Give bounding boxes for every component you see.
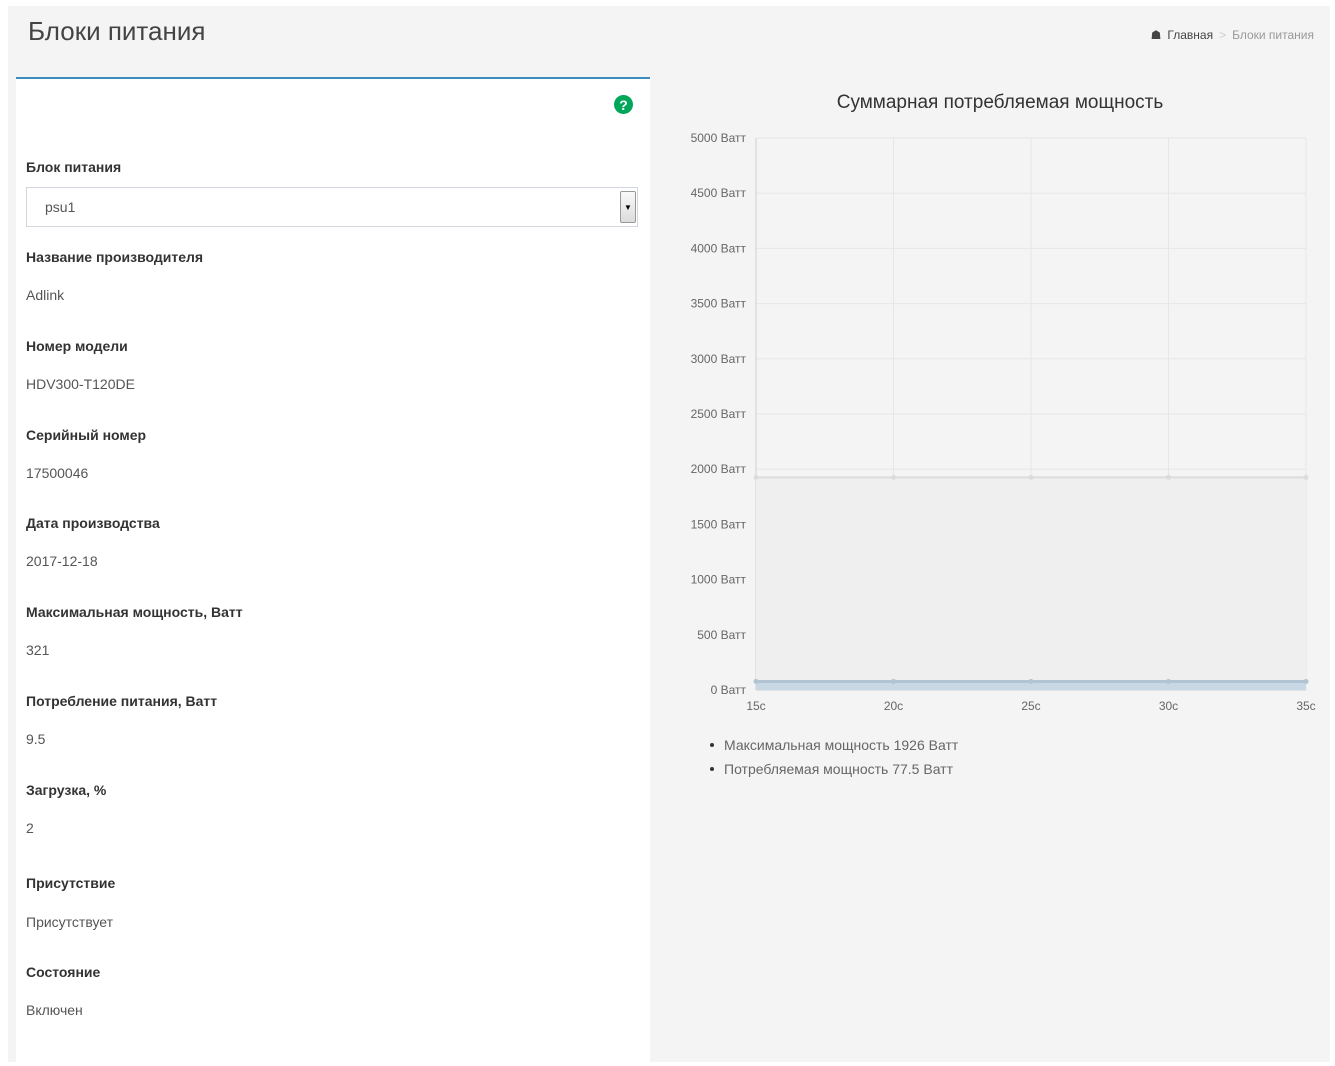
manufacture-date-label: Дата производства [26,515,160,531]
serial-number-value: 17500046 [26,465,89,481]
load-value: 2 [26,820,34,836]
presence-label: Присутствие [26,875,116,891]
y-tick-label: 3000 Ватт [691,352,747,366]
state-label: Состояние [26,964,101,980]
data-point [1028,678,1034,684]
legend-item-max-power: Максимальная мощность 1926 Ватт [710,733,958,757]
manufacture-date-value: 2017-12-18 [26,553,98,569]
y-tick-label: 4500 Ватт [691,186,747,200]
manufacturer-label: Название производителя [26,249,204,265]
question-circle-icon[interactable]: ? [614,95,633,114]
state-value: Включен [26,1002,83,1018]
psu-select-value: psu1 [45,199,76,215]
data-point [1028,474,1034,480]
x-tick-label: 20с [884,699,903,713]
series-area-0 [756,477,1306,690]
y-tick-label: 5000 Ватт [691,131,747,145]
data-point [1303,678,1309,684]
data-point [753,474,759,480]
psu-select-label: Блок питания [26,159,122,175]
data-point [891,678,896,684]
breadcrumb: ☗ Главная > Блоки питания [1151,28,1314,42]
home-icon[interactable]: ☗ [1151,28,1162,42]
y-tick-label: 2500 Ватт [691,407,747,421]
legend-item-consumed-power: Потребляемая мощность 77.5 Ватт [710,757,958,781]
manufacturer-value: Adlink [26,287,65,303]
y-tick-label: 2000 Ватт [691,462,747,476]
x-tick-label: 25с [1021,699,1040,713]
serial-number-label: Серийный номер [26,427,147,443]
breadcrumb-separator: > [1219,28,1227,42]
bullet-icon [710,767,714,771]
breadcrumb-current: Блоки питания [1232,28,1314,42]
data-point [1166,678,1171,684]
power-consumption-label: Потребление питания, Ватт [26,693,218,709]
legend-label: Максимальная мощность 1926 Ватт [724,737,959,753]
data-point [891,474,896,480]
chart-legend: Максимальная мощность 1926 Ватт Потребля… [710,733,958,781]
legend-label: Потребляемая мощность 77.5 Ватт [724,761,953,777]
data-point [753,678,759,684]
y-tick-label: 500 Ватт [697,628,746,642]
psu-details-panel: ? Блок питания psu1 ▼ Название производи… [16,77,650,1062]
y-tick-label: 3500 Ватт [691,297,747,311]
y-tick-label: 0 Ватт [711,683,747,697]
data-point [1303,474,1309,480]
load-label: Загрузка, % [26,782,107,798]
chevron-down-icon[interactable]: ▼ [620,191,636,223]
data-point [1166,474,1171,480]
page-title: Блоки питания [28,16,206,46]
power-consumption-value: 9.5 [26,731,46,747]
model-number-value: HDV300-T120DE [26,376,135,392]
x-tick-label: 35с [1296,699,1315,713]
x-tick-label: 15с [746,699,765,713]
max-power-label: Максимальная мощность, Ватт [26,604,243,620]
max-power-value: 321 [26,642,50,658]
y-tick-label: 1000 Ватт [691,573,747,587]
psu-select[interactable]: psu1 ▼ [26,187,638,227]
power-chart: Суммарная потребляемая мощность 0 Ватт 50… [660,80,1330,800]
x-tick-label: 30с [1159,699,1178,713]
presence-value: Присутствует [26,914,114,930]
breadcrumb-home-link[interactable]: Главная [1167,28,1213,42]
y-tick-label: 4000 Ватт [691,241,747,255]
model-number-label: Номер модели [26,338,128,354]
y-tick-label: 1500 Ватт [691,517,747,531]
bullet-icon [710,743,714,747]
power-chart-svg: 0 Ватт 500 Ватт 1000 Ватт 1500 Ватт 2000 Ват… [691,131,1316,713]
